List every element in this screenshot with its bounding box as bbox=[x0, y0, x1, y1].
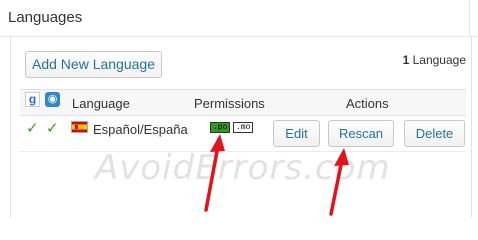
arrow-icon bbox=[329, 148, 349, 216]
translate-service-icon: ◉ bbox=[45, 92, 60, 107]
header-divider bbox=[469, 0, 470, 37]
panel-header: Languages bbox=[0, 0, 478, 37]
language-count-number: 1 bbox=[402, 53, 410, 67]
mo-permission-badge: .mo bbox=[233, 122, 254, 133]
languages-panel: Languages Add New Language 1 Language La… bbox=[0, 0, 478, 218]
language-name: Español/España bbox=[93, 122, 188, 137]
table-header: Language Permissions Actions bbox=[20, 89, 466, 116]
google-icon: g bbox=[25, 92, 40, 107]
panel-title: Languages bbox=[8, 9, 83, 26]
language-count: 1 Language bbox=[403, 53, 466, 67]
language-count-label: Language bbox=[412, 53, 466, 67]
column-permissions: Permissions bbox=[194, 96, 265, 111]
check-icon: ✓ bbox=[46, 120, 59, 137]
add-new-language-button[interactable]: Add New Language bbox=[25, 51, 162, 78]
rescan-button[interactable]: Rescan bbox=[328, 120, 394, 147]
check-icon: ✓ bbox=[26, 120, 39, 137]
column-actions: Actions bbox=[346, 96, 389, 111]
column-language: Language bbox=[72, 96, 130, 111]
arrow-icon bbox=[204, 134, 225, 212]
edit-button[interactable]: Edit bbox=[273, 120, 320, 147]
spain-flag-icon bbox=[71, 121, 88, 133]
delete-button[interactable]: Delete bbox=[404, 120, 465, 147]
